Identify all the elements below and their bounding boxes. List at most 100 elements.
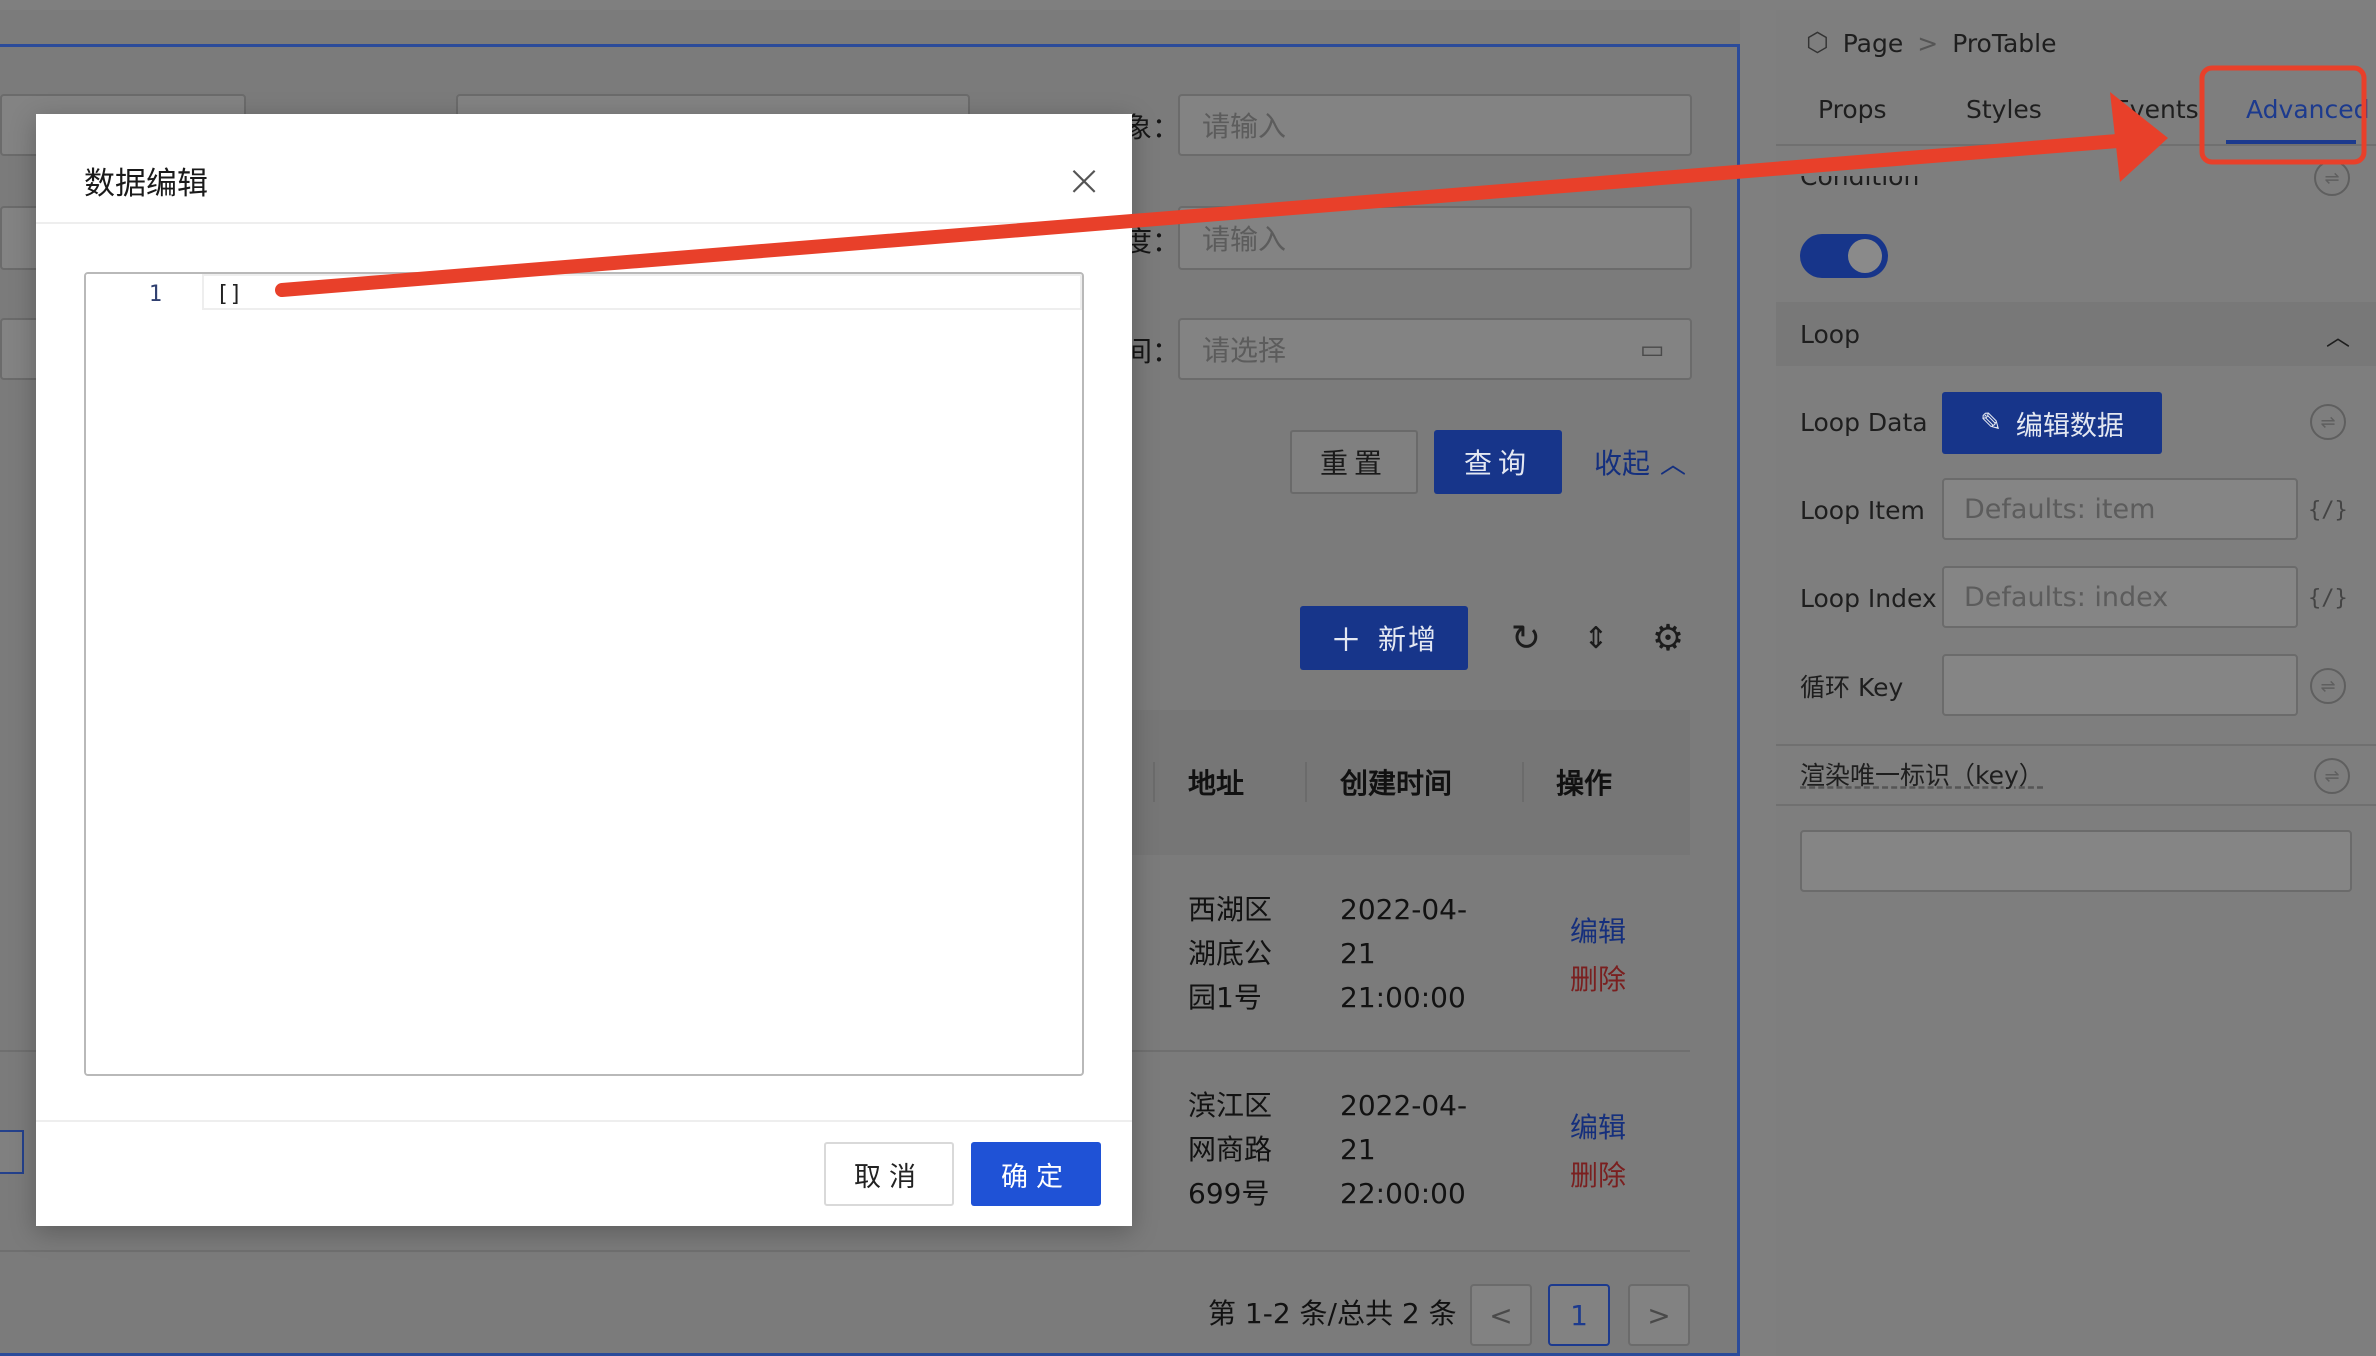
expression-toggle-icon[interactable]: ⇌: [2310, 668, 2346, 704]
breadcrumb-separator: >: [1917, 28, 1939, 58]
time-line: 22:00:00: [1340, 1177, 1466, 1210]
breadcrumb-current: ProTable: [1952, 28, 2057, 58]
section-divider: [1776, 804, 2376, 806]
chevron-up-icon[interactable]: ︿: [2326, 314, 2350, 354]
created-time-cell: 2022-04- 21 21:00:00: [1340, 888, 1467, 1020]
row-divider: [0, 1250, 1690, 1252]
created-time-cell: 2022-04- 21 22:00:00: [1340, 1084, 1467, 1216]
breadcrumb: ⬡ Page > ProTable: [1806, 22, 2057, 64]
calendar-icon: ▭: [1639, 335, 1665, 365]
query-button[interactable]: 查询: [1434, 430, 1562, 494]
loop-item-placeholder: Defaults: item: [1964, 493, 2156, 525]
partial-button[interactable]: [0, 1130, 24, 1174]
refresh-icon[interactable]: ↻: [1502, 614, 1550, 662]
tabs-divider: [1776, 144, 2376, 146]
column-header-created: 创建时间: [1340, 767, 1453, 800]
edit-link[interactable]: 编辑: [1570, 908, 1626, 956]
cancel-button[interactable]: 取消: [824, 1142, 954, 1206]
collapse-link[interactable]: 收起 ︿: [1594, 432, 1686, 492]
address-line: 699号: [1188, 1177, 1270, 1210]
field-label-2: 度：: [1124, 225, 1181, 258]
time-line: 21: [1340, 1133, 1376, 1166]
address-line: 网商路: [1188, 1133, 1273, 1166]
delete-link[interactable]: 删除: [1570, 1152, 1626, 1200]
modal-title: 数据编辑: [84, 165, 208, 202]
tab-styles[interactable]: Styles: [1966, 86, 2042, 132]
edit-link[interactable]: 编辑: [1570, 1104, 1626, 1152]
delete-link[interactable]: 删除: [1570, 956, 1626, 1004]
field-input-1[interactable]: 请输入: [1178, 94, 1692, 156]
tab-events[interactable]: Events: [2114, 86, 2199, 132]
settings-gear-icon[interactable]: ⚙: [1644, 614, 1692, 662]
loop-item-label: Loop Item: [1800, 495, 1925, 525]
editor-gutter: [86, 274, 182, 1074]
pencil-icon: ✎: [1980, 408, 2002, 438]
breadcrumb-root[interactable]: Page: [1843, 29, 1904, 58]
time-line: 2022-04-: [1340, 1089, 1468, 1122]
tab-props[interactable]: Props: [1818, 86, 1887, 132]
condition-switch[interactable]: [1800, 234, 1888, 278]
column-separator: [1305, 762, 1307, 802]
date-picker-input[interactable]: 请选择: [1178, 318, 1692, 380]
switch-knob: [1848, 239, 1882, 273]
loop-section-header[interactable]: [1776, 302, 2376, 366]
line-number: 1: [148, 281, 162, 307]
active-line-highlight: [202, 274, 1082, 310]
field-label-3: 间：: [1124, 335, 1181, 368]
modal-footer-divider: [36, 1120, 1132, 1122]
expression-icon[interactable]: {/}: [2308, 490, 2348, 530]
render-key-input[interactable]: [1800, 830, 2352, 892]
code-editor[interactable]: 1 []: [84, 272, 1084, 1076]
reset-button[interactable]: 重置: [1290, 430, 1418, 494]
actions-cell: 编辑 删除: [1570, 908, 1626, 1004]
loop-section-title: Loop: [1800, 319, 1860, 349]
column-header-actions: 操作: [1556, 767, 1613, 800]
field-input-2[interactable]: 请输入: [1178, 206, 1692, 270]
plus-icon: ＋: [1329, 621, 1364, 659]
loop-index-label: Loop Index: [1800, 583, 1937, 613]
loop-key-label: 循环 Key: [1800, 673, 1904, 702]
collapse-label: 收起: [1594, 447, 1651, 480]
address-cell: 西湖区 湖底公 园1号: [1188, 888, 1272, 1020]
table-row: 滨江区 网商路 699号 2022-04- 21 22:00:00 编辑 删除: [1130, 1066, 1690, 1246]
actions-cell: 编辑 删除: [1570, 1104, 1626, 1200]
edit-data-button[interactable]: ✎ 编辑数据: [1942, 392, 2162, 454]
next-page-button[interactable]: >: [1628, 1284, 1690, 1346]
expression-toggle-icon[interactable]: ⇌: [2310, 404, 2346, 440]
expression-toggle-icon[interactable]: ⇌: [2314, 160, 2350, 196]
field-label-1: 象：: [1124, 111, 1181, 144]
column-separator: [1153, 762, 1155, 802]
confirm-button[interactable]: 确定: [971, 1142, 1101, 1206]
page-1-button[interactable]: 1: [1548, 1284, 1610, 1346]
address-line: 园1号: [1188, 981, 1262, 1014]
address-line: 滨江区: [1188, 1089, 1273, 1122]
render-key-label: 渲染唯一标识（key）: [1800, 761, 2044, 790]
time-line: 2022-04-: [1340, 893, 1468, 926]
data-edit-modal: 数据编辑 × 1 [] 取消 确定: [36, 114, 1132, 1226]
time-line: 21: [1340, 937, 1376, 970]
modal-header-divider: [36, 222, 1132, 224]
code-content[interactable]: []: [216, 274, 243, 314]
table-row: 西湖区 湖底公 园1号 2022-04- 21 21:00:00 编辑 删除: [1130, 870, 1690, 1050]
loop-item-input[interactable]: Defaults: item: [1942, 478, 2298, 540]
close-icon[interactable]: ×: [1054, 150, 1114, 210]
chevron-up-icon: ︿: [1660, 449, 1687, 480]
edit-data-label: 编辑数据: [2015, 410, 2124, 442]
pagination-summary: 第 1-2 条/总共 2 条: [1208, 1297, 1457, 1330]
puzzle-icon: ⬡: [1806, 28, 1829, 58]
tab-advanced[interactable]: Advanced: [2246, 86, 2370, 132]
search-field-bg-3: [0, 206, 40, 270]
prev-page-button[interactable]: <: [1470, 1284, 1532, 1346]
loop-index-placeholder: Defaults: index: [1964, 581, 2169, 613]
expression-toggle-icon[interactable]: ⇌: [2314, 758, 2350, 794]
section-divider: [1776, 744, 2376, 746]
address-line: 西湖区: [1188, 893, 1273, 926]
loop-key-input[interactable]: [1942, 654, 2298, 716]
loop-data-label: Loop Data: [1800, 407, 1928, 437]
loop-index-input[interactable]: Defaults: index: [1942, 566, 2298, 628]
expression-icon[interactable]: {/}: [2308, 578, 2348, 618]
add-button[interactable]: ＋ 新增: [1300, 606, 1468, 670]
density-icon[interactable]: ⇕: [1572, 614, 1620, 662]
time-line: 21:00:00: [1340, 981, 1466, 1014]
address-cell: 滨江区 网商路 699号: [1188, 1084, 1272, 1216]
